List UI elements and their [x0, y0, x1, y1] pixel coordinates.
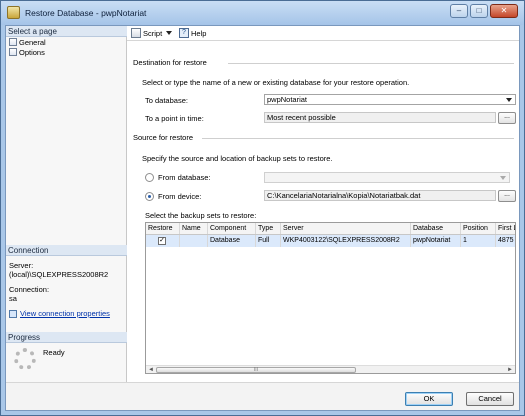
script-label: Script [143, 28, 163, 38]
view-connection-properties-link[interactable]: View connection properties [9, 309, 110, 318]
help-label: Help [191, 28, 207, 38]
grid-header: Restore Name Component Type Server Datab… [146, 223, 515, 235]
column-header-position[interactable]: Position [461, 223, 496, 234]
minimize-button[interactable]: – [450, 4, 468, 18]
column-header-database[interactable]: Database [411, 223, 461, 234]
cancel-button[interactable]: Cancel [466, 392, 514, 406]
help-icon: ? [179, 28, 189, 38]
position-cell: 1 [461, 235, 496, 247]
chevron-down-icon[interactable] [500, 176, 506, 180]
to-database-value: pwpNotariat [267, 95, 308, 104]
name-cell [180, 235, 208, 247]
point-in-time-label: To a point in time: [145, 114, 204, 123]
source-description: Specify the source and location of backu… [142, 154, 333, 163]
scroll-grip-icon: III [253, 367, 259, 373]
destination-divider [228, 63, 514, 64]
page-item-label: Options [19, 47, 45, 57]
page-icon [9, 48, 17, 56]
point-in-time-browse-button[interactable]: ... [498, 112, 516, 124]
column-header-first-lsn[interactable]: First L [496, 223, 515, 234]
column-header-type[interactable]: Type [256, 223, 281, 234]
radio-icon [145, 173, 154, 182]
title-bar[interactable]: Restore Database - pwpNotariat – □ ✕ [1, 1, 524, 25]
from-device-radio[interactable]: From device: [145, 192, 201, 201]
radio-selected-icon [145, 192, 154, 201]
from-device-browse-button[interactable]: ... [498, 190, 516, 202]
from-database-combobox[interactable] [264, 172, 510, 183]
source-divider [202, 138, 514, 139]
maximize-button[interactable]: □ [470, 4, 488, 18]
progress-spinner-icon [14, 348, 36, 370]
to-database-combobox[interactable]: pwpNotariat [264, 94, 516, 105]
from-database-radio[interactable]: From database: [145, 173, 211, 182]
properties-icon [9, 309, 17, 318]
database-icon [7, 6, 20, 19]
toolbar: Script ? Help [127, 26, 519, 41]
point-in-time-field: Most recent possible [264, 112, 496, 123]
progress-header: Progress [6, 332, 127, 343]
scrollbar-thumb[interactable]: III [156, 367, 356, 373]
connection-label: Connection: [9, 285, 50, 294]
select-page-header: Select a page [6, 26, 127, 37]
destination-description: Select or type the name of a new or exis… [142, 78, 410, 87]
script-button[interactable]: Script [131, 28, 173, 38]
chevron-down-icon[interactable] [506, 98, 512, 102]
source-header: Source for restore [133, 133, 194, 142]
column-header-name[interactable]: Name [180, 223, 208, 234]
destination-header: Destination for restore [133, 58, 207, 67]
window-title: Restore Database - pwpNotariat [25, 8, 147, 18]
column-header-server[interactable]: Server [281, 223, 411, 234]
connection-value: sa [9, 294, 17, 303]
to-database-label: To database: [145, 96, 188, 105]
progress-status: Ready [43, 348, 65, 357]
first-lsn-cell: 4875 [496, 235, 515, 247]
backup-sets-label: Select the backup sets to restore: [145, 211, 257, 220]
help-button[interactable]: ? Help [179, 28, 206, 38]
server-value: (local)\SQLEXPRESS2008R2 [9, 270, 109, 279]
page-icon [9, 38, 17, 46]
table-row[interactable]: ✓ Database Full WKP4003122\SQLEXPRESS200… [146, 235, 515, 247]
scroll-right-icon[interactable]: ► [506, 367, 514, 373]
restore-database-window: Restore Database - pwpNotariat – □ ✕ Sel… [0, 0, 525, 416]
backup-sets-grid[interactable]: Restore Name Component Type Server Datab… [145, 222, 516, 374]
from-device-path-field: C:\KancelariaNotarialna\Kopia\Notariatba… [264, 190, 496, 201]
script-icon [131, 28, 141, 38]
page-item-general[interactable]: General [9, 37, 46, 47]
restore-cell: ✓ [146, 235, 180, 247]
close-button[interactable]: ✕ [490, 4, 518, 18]
type-cell: Full [256, 235, 281, 247]
column-header-restore[interactable]: Restore [146, 223, 180, 234]
page-item-label: General [19, 37, 46, 47]
chevron-down-icon[interactable] [166, 31, 173, 35]
ok-button[interactable]: OK [405, 392, 453, 406]
component-cell: Database [208, 235, 256, 247]
link-label: View connection properties [20, 309, 110, 318]
column-header-component[interactable]: Component [208, 223, 256, 234]
from-database-label: From database: [158, 173, 211, 182]
from-device-label: From device: [158, 192, 202, 201]
page-item-options[interactable]: Options [9, 47, 45, 57]
server-label: Server: [9, 261, 34, 270]
connection-header: Connection [6, 245, 127, 256]
dialog-footer: OK Cancel [6, 382, 519, 410]
restore-checkbox[interactable]: ✓ [158, 237, 166, 245]
page-selector-pane: Select a page General Options Connection… [6, 26, 127, 382]
dialog-client: Select a page General Options Connection… [5, 25, 520, 411]
horizontal-scrollbar[interactable]: ◄ III ► [146, 365, 515, 373]
server-cell: WKP4003122\SQLEXPRESS2008R2 [281, 235, 411, 247]
database-cell: pwpNotariat [411, 235, 461, 247]
scroll-left-icon[interactable]: ◄ [147, 367, 155, 373]
